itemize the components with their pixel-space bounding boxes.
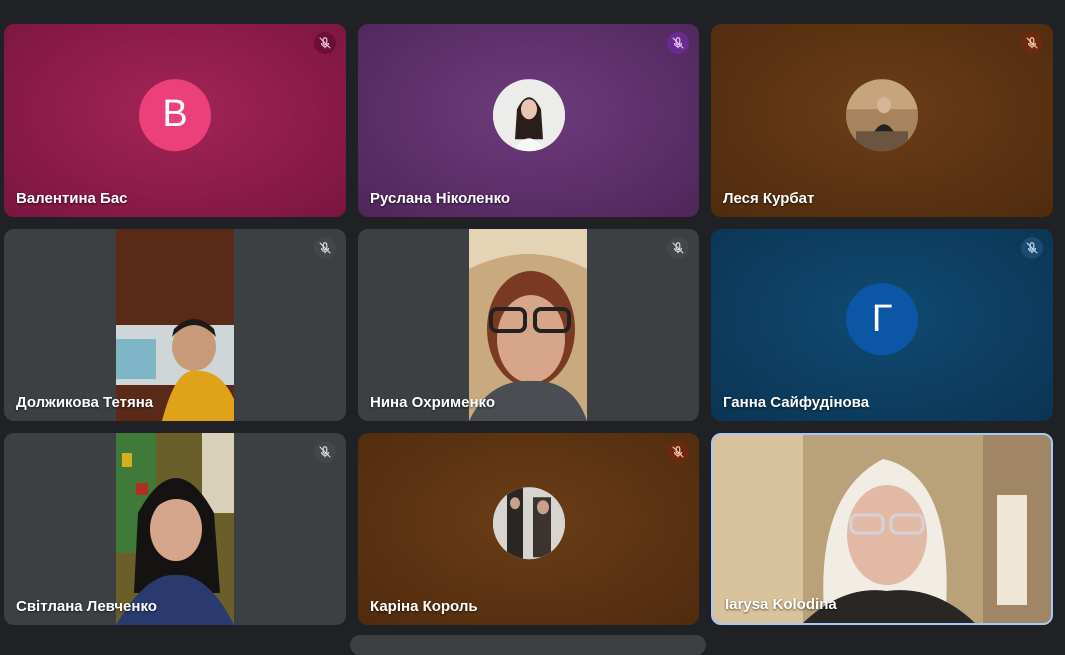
participant-name: Руслана Ніколенко <box>370 190 511 207</box>
profile-photo-avatar <box>492 487 565 560</box>
participant-tile-hanna[interactable]: Г Ганна Сайфудінова <box>711 229 1053 421</box>
participant-tile-nyna[interactable]: Нина Охрименко <box>358 229 699 421</box>
video-feed <box>116 433 234 625</box>
participant-tile-iarysa[interactable]: Iarysa Kolodina <box>711 433 1053 625</box>
participant-name: Валентина Бас <box>16 190 128 207</box>
muted-mic-icon <box>1021 32 1043 54</box>
muted-mic-icon <box>314 441 336 463</box>
participant-name: Iarysa Kolodina <box>725 596 837 613</box>
participant-tile-svitlana[interactable]: Світлана Левченко <box>4 433 346 625</box>
muted-mic-icon <box>314 237 336 259</box>
participant-tile-partial[interactable] <box>350 635 706 655</box>
participant-tile-dolzhykova[interactable]: Должикова Тетяна <box>4 229 346 421</box>
participant-tile-lesia[interactable]: Леся Курбат <box>711 24 1053 217</box>
participant-name: Світлана Левченко <box>16 598 157 615</box>
muted-mic-icon <box>1021 237 1043 259</box>
participant-tile-karina[interactable]: Каріна Король <box>358 433 699 625</box>
participant-name: Ганна Сайфудінова <box>723 394 870 411</box>
participant-name: Нина Охрименко <box>370 394 495 411</box>
avatar-letter: Г <box>871 297 893 340</box>
video-feed <box>469 229 587 421</box>
participant-tile-ruslana[interactable]: Руслана Ніколенко <box>358 24 699 217</box>
profile-photo-avatar <box>492 78 565 151</box>
muted-mic-icon <box>314 32 336 54</box>
muted-mic-icon <box>667 441 689 463</box>
avatar-initial: Г <box>846 283 918 356</box>
participant-name: Леся Курбат <box>723 190 815 207</box>
muted-mic-icon <box>667 237 689 259</box>
muted-mic-icon <box>667 32 689 54</box>
video-feed <box>713 435 1051 623</box>
video-feed <box>116 229 234 421</box>
avatar-initial: В <box>139 78 211 151</box>
profile-photo-avatar <box>846 78 918 151</box>
participant-name: Каріна Король <box>370 598 478 615</box>
participant-tile-valentyna[interactable]: В Валентина Бас <box>4 24 346 217</box>
avatar-letter: В <box>162 93 188 136</box>
participant-name: Должикова Тетяна <box>16 394 154 411</box>
